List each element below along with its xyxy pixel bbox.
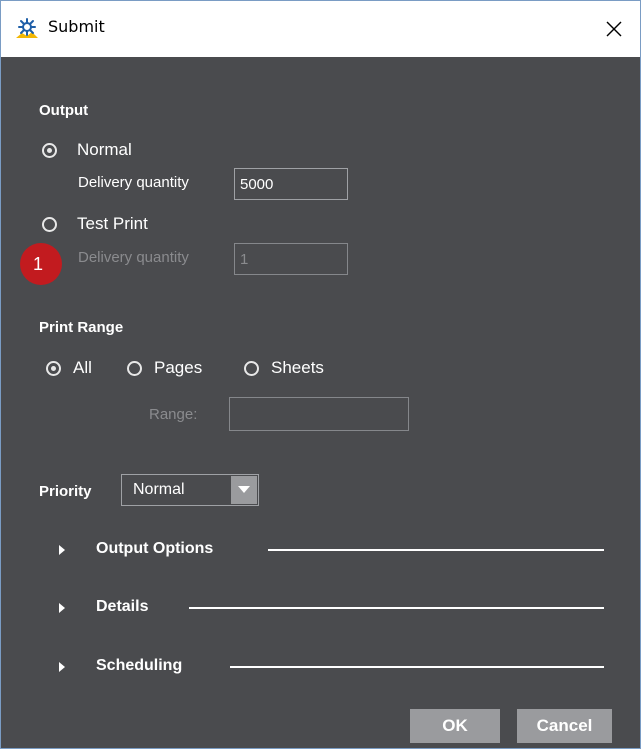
normal-radio-label: Normal — [77, 140, 132, 159]
submit-app-icon — [16, 18, 38, 38]
normal-delivery-quantity-label: Delivery quantity — [78, 174, 189, 191]
priority-dropdown[interactable]: Normal — [121, 474, 259, 506]
priority-label: Priority — [39, 483, 92, 500]
all-radio-indicator[interactable] — [46, 360, 61, 376]
all-radio-label: All — [73, 358, 92, 377]
normal-radio-indicator[interactable] — [42, 142, 57, 158]
priority-selected-value: Normal — [133, 481, 185, 498]
pages-radio-indicator[interactable] — [127, 360, 142, 376]
sheets-radio-label: Sheets — [271, 358, 324, 377]
expand-triangle-icon — [59, 545, 65, 555]
window-title: Submit — [48, 17, 105, 36]
normal-delivery-quantity-input[interactable] — [234, 168, 348, 200]
pages-radio-label: Pages — [154, 358, 203, 377]
details-section[interactable]: Details — [53, 593, 604, 623]
sheets-radio-indicator[interactable] — [244, 360, 259, 376]
print-range-heading: Print Range — [39, 319, 124, 336]
print-range-sheets-radio[interactable]: Sheets — [244, 358, 324, 378]
expand-triangle-icon — [59, 662, 65, 672]
range-label: Range: — [149, 406, 198, 423]
expand-triangle-icon — [59, 603, 65, 613]
normal-radio[interactable]: Normal — [42, 140, 132, 160]
section-divider — [268, 549, 604, 551]
close-icon — [606, 21, 622, 37]
section-divider — [230, 666, 604, 668]
close-button[interactable] — [588, 1, 640, 57]
output-heading: Output — [39, 102, 89, 119]
test-delivery-quantity-label: Delivery quantity — [78, 249, 189, 266]
details-label: Details — [96, 598, 149, 615]
chevron-down-icon — [238, 486, 250, 493]
cancel-button[interactable]: Cancel — [517, 709, 612, 743]
test-delivery-quantity-input[interactable] — [234, 243, 348, 275]
output-options-label: Output Options — [96, 540, 214, 557]
ok-button[interactable]: OK — [410, 709, 500, 743]
dialog-content: Output Normal Delivery quantity Test Pri… — [1, 57, 640, 748]
submit-dialog: Submit Output Normal Delivery quantity T… — [0, 0, 641, 749]
scheduling-label: Scheduling — [96, 657, 183, 674]
print-range-pages-radio[interactable]: Pages — [127, 358, 202, 378]
print-range-all-radio[interactable]: All — [46, 358, 92, 378]
section-divider — [189, 607, 604, 609]
test-print-radio-indicator[interactable] — [42, 216, 57, 232]
scheduling-section[interactable]: Scheduling — [53, 652, 604, 682]
title-bar: Submit — [1, 1, 640, 57]
callout-badge: 1 — [20, 243, 62, 285]
test-print-radio-label: Test Print — [77, 214, 148, 233]
range-input[interactable] — [229, 397, 409, 431]
output-options-section[interactable]: Output Options — [53, 535, 604, 565]
dropdown-arrow[interactable] — [231, 476, 257, 504]
test-print-radio[interactable]: Test Print — [42, 214, 148, 234]
